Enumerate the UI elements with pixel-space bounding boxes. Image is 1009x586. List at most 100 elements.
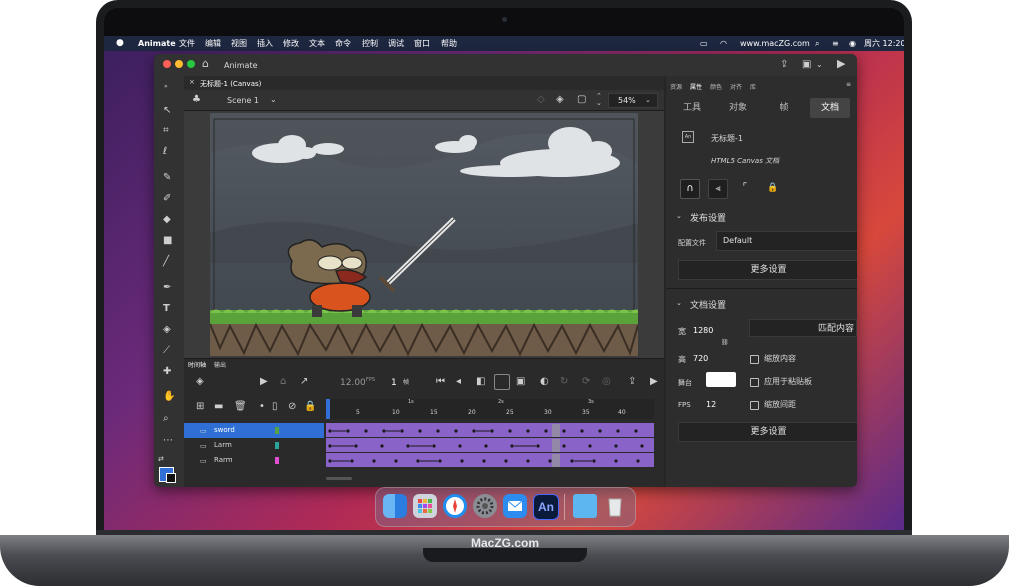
height-value[interactable]: 720: [693, 354, 708, 363]
onion-skin-icon[interactable]: ◐: [540, 377, 549, 387]
doc-settings-chevron-icon[interactable]: ⌄: [676, 299, 682, 307]
menu-view[interactable]: 视图: [231, 36, 247, 51]
menu-edit[interactable]: 编辑: [205, 36, 221, 51]
swap-colors-icon[interactable]: ⇄: [158, 454, 164, 464]
zoom-tool-icon[interactable]: ⌕: [163, 414, 169, 424]
timeline-tab[interactable]: 时间轴: [188, 360, 206, 369]
pin-tool-icon[interactable]: ✚: [163, 367, 171, 377]
folder-icon[interactable]: [573, 494, 597, 518]
profile-select[interactable]: Default: [716, 231, 857, 251]
playhead[interactable]: [326, 399, 330, 419]
layer-color-rarm[interactable]: [275, 457, 279, 464]
menu-window[interactable]: 窗口: [414, 36, 430, 51]
ruler-guide-button[interactable]: ⌜: [736, 179, 754, 197]
clip-canvas-icon[interactable]: ▢: [577, 95, 586, 105]
rectangle-tool-icon[interactable]: ■: [163, 236, 172, 246]
frames-sword[interactable]: [326, 423, 654, 437]
timeline-scrollbar[interactable]: [326, 477, 352, 480]
zoom-stepper-icon[interactable]: ⌃ ⌄: [596, 93, 602, 107]
panel-toggle-icon[interactable]: ▣: [802, 60, 811, 70]
zoom-dropdown-icon[interactable]: ⌄: [645, 95, 651, 105]
scene-dropdown-icon[interactable]: ⌄: [270, 95, 277, 105]
apply-pasteboard-checkbox[interactable]: [750, 378, 759, 387]
current-frame[interactable]: 1: [391, 378, 397, 388]
launchpad-icon[interactable]: [413, 494, 437, 518]
scale-spacing-checkbox[interactable]: [750, 401, 759, 410]
paint-brush-tool-icon[interactable]: ✐: [163, 194, 171, 204]
zoom-button[interactable]: [187, 60, 195, 68]
trash-icon[interactable]: [603, 494, 627, 518]
workspace-dropdown-icon[interactable]: ⌄: [816, 60, 823, 70]
minimize-button[interactable]: [175, 60, 183, 68]
snap-icon[interactable]: ◇: [537, 95, 545, 105]
new-folder-icon[interactable]: ▬: [214, 402, 223, 412]
app-menu[interactable]: Animate: [138, 36, 176, 51]
lock-guides-button[interactable]: 🔒: [764, 179, 782, 197]
close-button[interactable]: [163, 60, 171, 68]
menu-file[interactable]: 文件: [179, 36, 195, 51]
publish-chevron-icon[interactable]: ⌄: [676, 212, 682, 220]
layer-row-larm[interactable]: ▭ Larm: [184, 438, 324, 453]
layer-name-sword[interactable]: sword: [214, 423, 235, 438]
panel-tab-assets[interactable]: 资源: [670, 82, 682, 91]
system-preferences-icon[interactable]: [473, 494, 497, 518]
sync-icon[interactable]: ⟳: [582, 377, 590, 387]
fps-value[interactable]: 12: [706, 400, 716, 409]
control-center-icon[interactable]: ≡: [832, 36, 839, 51]
panel-tab-align[interactable]: 对齐: [730, 82, 742, 91]
first-frame-icon[interactable]: ⏮: [436, 377, 445, 387]
animate-app-icon[interactable]: An: [533, 494, 559, 520]
scene-label[interactable]: Scene 1: [227, 96, 259, 105]
layers-icon[interactable]: ◈: [196, 377, 204, 387]
width-value[interactable]: 1280: [693, 326, 713, 335]
menu-text[interactable]: 文本: [309, 36, 325, 51]
more-tools-icon[interactable]: ⋯: [163, 436, 173, 446]
snap-align-button[interactable]: ⫷: [708, 179, 728, 199]
selection-tool-icon[interactable]: ↖: [163, 106, 171, 116]
close-tab-icon[interactable]: ×: [189, 78, 195, 86]
doc-settings-title[interactable]: 文档设置: [690, 298, 726, 311]
lock-icon[interactable]: 🔒: [304, 402, 316, 412]
layer-color-sword[interactable]: [275, 427, 279, 434]
panel-menu-icon[interactable]: ≡: [846, 80, 851, 90]
more-settings-document-button[interactable]: 更多设置: [678, 422, 857, 442]
fps-display[interactable]: 12.00: [340, 378, 366, 388]
menu-modify[interactable]: 修改: [283, 36, 299, 51]
edit-symbol-icon[interactable]: ◈: [556, 95, 564, 105]
menu-control[interactable]: 控制: [362, 36, 378, 51]
collapse-icon[interactable]: »: [164, 82, 168, 92]
visibility-icon[interactable]: ⊘: [288, 402, 296, 412]
export-icon[interactable]: ⇪: [628, 377, 636, 387]
apple-menu-icon[interactable]: ●: [116, 36, 124, 51]
scale-content-checkbox[interactable]: [750, 355, 759, 364]
highlight-icon[interactable]: •: [259, 402, 265, 412]
finder-icon[interactable]: [383, 494, 407, 518]
output-tab[interactable]: 输出: [214, 360, 226, 369]
search-icon[interactable]: ⌕: [815, 36, 819, 51]
brush-tool-icon[interactable]: ✎: [163, 173, 171, 183]
line-tool-icon[interactable]: ╱: [163, 257, 169, 267]
more-settings-publish-button[interactable]: 更多设置: [678, 260, 857, 280]
frame-ruler[interactable]: 1s 2s 3s 5 10 15 20 25 30 35 40: [326, 399, 654, 419]
link-dimensions-icon[interactable]: ⛓: [721, 338, 729, 348]
layer-color-larm[interactable]: [275, 442, 279, 449]
zoom-field[interactable]: 54% ⌄: [608, 93, 658, 108]
eyedropper-tool-icon[interactable]: ⟋: [163, 346, 170, 356]
delete-layer-icon[interactable]: 🗑: [234, 402, 247, 412]
stroke-color-swatch[interactable]: [166, 473, 176, 483]
pen-tool-icon[interactable]: ✒: [163, 283, 171, 293]
lasso-tool-icon[interactable]: ℓ: [163, 147, 167, 157]
publish-section-title[interactable]: 发布设置: [690, 211, 726, 224]
loop-icon[interactable]: ↻: [560, 377, 568, 387]
tab-object[interactable]: 对象: [718, 98, 758, 118]
safari-icon[interactable]: [443, 494, 467, 518]
stage-canvas[interactable]: [210, 113, 638, 356]
layer-depth-icon[interactable]: ⌂: [280, 377, 286, 387]
tab-frame[interactable]: 帧: [764, 98, 804, 118]
prev-frame-icon[interactable]: ◂: [456, 377, 461, 387]
insert-frame-icon[interactable]: ▣: [516, 377, 525, 387]
panel-tab-color[interactable]: 颜色: [710, 82, 722, 91]
stage-color-swatch[interactable]: [706, 372, 736, 387]
play-icon[interactable]: ▶: [650, 377, 658, 387]
graph-icon[interactable]: ↗: [300, 377, 308, 387]
